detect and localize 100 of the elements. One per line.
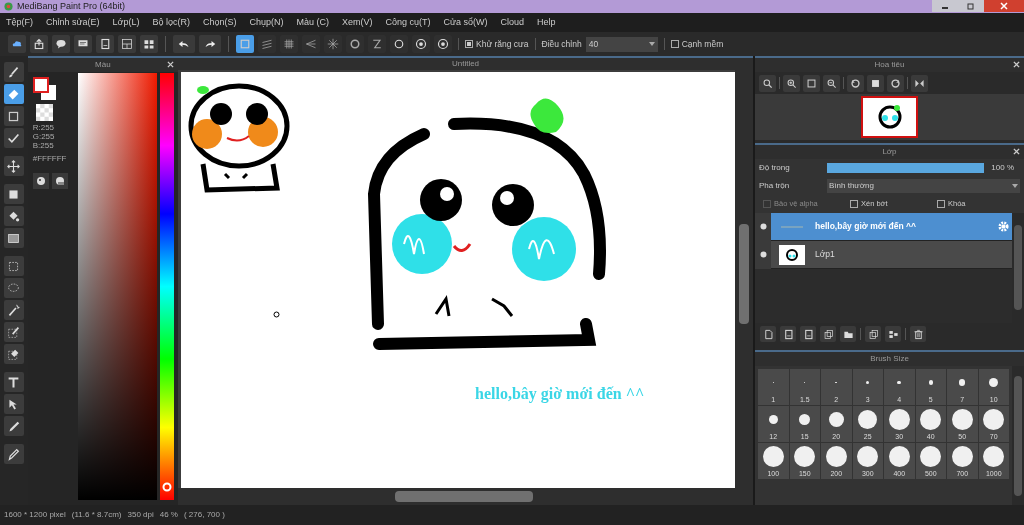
paint-bucket-tool[interactable] bbox=[3, 206, 24, 226]
layer-row[interactable]: Lớp1 bbox=[755, 241, 1012, 269]
speech-bubble-button[interactable] bbox=[52, 35, 70, 53]
menu-item[interactable]: Màu (C) bbox=[296, 15, 330, 30]
menu-item[interactable]: Lớp(L) bbox=[112, 15, 140, 30]
visibility-icon[interactable] bbox=[755, 240, 771, 269]
fit-button[interactable] bbox=[803, 74, 820, 92]
checkbox[interactable] bbox=[937, 200, 945, 208]
target-snap-button[interactable] bbox=[412, 35, 430, 53]
actual-size-button[interactable] bbox=[867, 74, 884, 92]
transparent-swatch-icon[interactable] bbox=[35, 104, 53, 121]
color-gradient-picker[interactable] bbox=[77, 73, 157, 500]
grid-button[interactable] bbox=[140, 35, 158, 53]
cloud-button[interactable] bbox=[8, 35, 26, 53]
redo-button[interactable] bbox=[199, 35, 221, 53]
select-eraser-tool[interactable] bbox=[3, 344, 24, 364]
brush-tool[interactable] bbox=[3, 62, 24, 82]
target-snap-button[interactable] bbox=[434, 35, 452, 53]
perspective-snap-button[interactable] bbox=[302, 35, 320, 53]
gradient-tool[interactable] bbox=[3, 228, 24, 248]
select-pen-tool[interactable] bbox=[3, 322, 24, 342]
concentric-snap-button[interactable] bbox=[346, 35, 364, 53]
zoom-in-button[interactable] bbox=[783, 74, 800, 92]
correction-dropdown[interactable]: 40 bbox=[585, 36, 658, 52]
rectangle-tool[interactable] bbox=[3, 106, 24, 126]
menu-item[interactable]: Tệp(F) bbox=[6, 15, 33, 30]
menu-item[interactable]: Bộ lọc(R) bbox=[152, 15, 190, 30]
vertical-scrollbar[interactable] bbox=[735, 70, 753, 505]
square-icon bbox=[7, 109, 21, 123]
folder-button[interactable] bbox=[840, 326, 856, 342]
operation-tool[interactable] bbox=[3, 394, 24, 414]
menu-item[interactable]: Cửa sổ(W) bbox=[443, 15, 488, 30]
duplicate-layer-button[interactable] bbox=[865, 326, 881, 342]
zoom-button[interactable] bbox=[759, 74, 776, 92]
move-icon bbox=[7, 159, 21, 173]
flip-button[interactable] bbox=[911, 74, 928, 92]
eyedropper-tool[interactable] bbox=[3, 444, 24, 464]
color-swatch-icon[interactable] bbox=[32, 77, 57, 101]
color-set-button[interactable] bbox=[51, 173, 68, 189]
comment-button[interactable] bbox=[74, 35, 92, 53]
rotate-left-button[interactable] bbox=[847, 74, 864, 92]
close-icon[interactable] bbox=[167, 61, 174, 68]
magic-wand-tool[interactable] bbox=[3, 300, 24, 320]
minimize-button[interactable] bbox=[932, 0, 958, 12]
delete-layer-button[interactable] bbox=[910, 326, 926, 342]
close-button[interactable] bbox=[984, 0, 1024, 12]
brush-size-scrollbar[interactable] bbox=[1012, 366, 1024, 505]
undo-button[interactable] bbox=[173, 35, 195, 53]
upload-button[interactable] bbox=[30, 35, 48, 53]
radial-snap-button[interactable] bbox=[324, 35, 342, 53]
menu-item[interactable]: Cloud bbox=[500, 15, 525, 30]
menu-item[interactable]: Xem(V) bbox=[342, 15, 373, 30]
brush-icon bbox=[7, 65, 21, 79]
zoom-out-button[interactable] bbox=[823, 74, 840, 92]
menu-item[interactable]: Chỉnh sửa(E) bbox=[46, 15, 100, 30]
page-button[interactable] bbox=[96, 35, 114, 53]
panel-button[interactable] bbox=[118, 35, 136, 53]
scrollbar-thumb[interactable] bbox=[395, 491, 533, 502]
close-icon[interactable] bbox=[1013, 148, 1020, 155]
text-tool[interactable] bbox=[3, 372, 24, 392]
menu-item[interactable]: Chọn(S) bbox=[203, 15, 237, 30]
fill-tool[interactable] bbox=[3, 184, 24, 204]
circle-snap-button[interactable] bbox=[390, 35, 408, 53]
document-tab[interactable]: Untitled bbox=[451, 58, 480, 70]
pen-tool[interactable] bbox=[3, 416, 24, 436]
eraser-tool[interactable] bbox=[3, 84, 24, 104]
hue-slider[interactable] bbox=[159, 73, 174, 500]
add-layer-menu-button[interactable] bbox=[820, 326, 836, 342]
undo-icon bbox=[178, 38, 190, 50]
caret-icon bbox=[1012, 184, 1018, 188]
checkbox[interactable] bbox=[670, 40, 679, 48]
rectangle-select-tool[interactable] bbox=[3, 256, 24, 276]
hue-handle-icon[interactable] bbox=[161, 481, 172, 492]
rotate-right-button[interactable] bbox=[887, 74, 904, 92]
menu-item[interactable]: Help bbox=[537, 15, 556, 30]
horizontal-scrollbar[interactable] bbox=[178, 488, 735, 505]
blend-dropdown[interactable]: Bình thường bbox=[827, 179, 1020, 193]
visibility-icon[interactable] bbox=[755, 212, 771, 241]
character-thumbnail-icon bbox=[785, 247, 799, 262]
curve-snap-button[interactable] bbox=[368, 35, 386, 53]
gear-icon[interactable] bbox=[998, 221, 1009, 232]
scrollbar-thumb[interactable] bbox=[739, 224, 749, 324]
grid-snap-button[interactable] bbox=[280, 35, 298, 53]
opacity-slider[interactable] bbox=[827, 163, 984, 173]
parallel-snap-button[interactable] bbox=[258, 35, 276, 53]
merge-layer-button[interactable] bbox=[885, 326, 901, 342]
checkmark-icon bbox=[7, 131, 21, 145]
palette-button[interactable] bbox=[32, 173, 49, 189]
lasso-tool[interactable] bbox=[3, 278, 24, 298]
panel-title: Hoa tiêu bbox=[874, 59, 905, 71]
new-8bit-layer-button[interactable] bbox=[800, 326, 816, 342]
checkbox[interactable] bbox=[465, 40, 473, 48]
menu-item[interactable]: Công cụ(T) bbox=[385, 15, 431, 30]
close-icon[interactable] bbox=[1013, 61, 1020, 68]
checkbox[interactable] bbox=[850, 200, 858, 208]
new-halftone-layer-button[interactable] bbox=[780, 326, 796, 342]
move-tool[interactable] bbox=[3, 156, 24, 176]
menu-item[interactable]: Chụp(N) bbox=[249, 15, 284, 30]
new-layer-button[interactable] bbox=[760, 326, 776, 342]
navigator-thumbnail[interactable] bbox=[861, 96, 918, 138]
